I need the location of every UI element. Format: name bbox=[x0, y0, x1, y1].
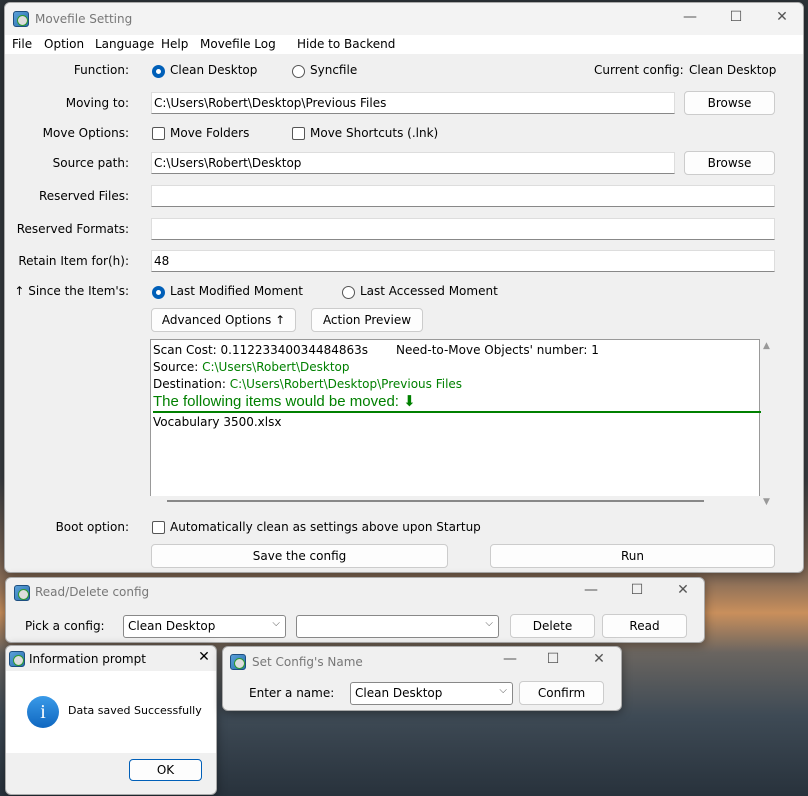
move-shortcuts-checkbox[interactable] bbox=[292, 127, 305, 140]
close-button[interactable]: ✕ bbox=[584, 651, 614, 667]
app-icon bbox=[14, 585, 30, 601]
menu-language[interactable]: Language bbox=[95, 37, 154, 51]
app-icon bbox=[13, 11, 29, 27]
info-icon: i bbox=[27, 696, 59, 728]
save-config-button[interactable]: Save the config bbox=[151, 544, 448, 568]
source-line: Source: C:\Users\Robert\Desktop bbox=[153, 359, 757, 376]
preview-textbox[interactable]: Scan Cost: 0.11223340034484863s Need-to-M… bbox=[150, 339, 761, 496]
set-config-name-window: Set Config's Name — ☐ ✕ Enter a name: Cl… bbox=[222, 646, 622, 711]
chevron-down-icon: ⌵ bbox=[499, 685, 507, 696]
radio-syncfile-label[interactable]: Syncfile bbox=[310, 63, 357, 77]
menu-bar: File Option Language Help Movefile Log H… bbox=[5, 35, 803, 54]
menu-movefile-log[interactable]: Movefile Log bbox=[200, 37, 276, 51]
scroll-up-icon[interactable]: ▲ bbox=[763, 341, 770, 351]
startup-checkbox[interactable] bbox=[152, 521, 165, 534]
window-title: Movefile Setting bbox=[35, 12, 133, 26]
pick-config-label: Pick a config: bbox=[25, 619, 105, 633]
read-delete-config-window: Read/Delete config — ☐ ✕ Pick a config: … bbox=[5, 577, 705, 643]
radio-last-modified-label[interactable]: Last Modified Moment bbox=[170, 284, 303, 298]
app-icon bbox=[9, 651, 25, 667]
browse-source-button[interactable]: Browse bbox=[684, 151, 775, 175]
info-message: Data saved Successfully bbox=[68, 704, 202, 717]
horizontal-scrollbar[interactable] bbox=[167, 500, 704, 502]
close-button[interactable]: ✕ bbox=[668, 582, 698, 598]
radio-last-accessed-label[interactable]: Last Accessed Moment bbox=[360, 284, 498, 298]
current-config-value: Clean Desktop bbox=[689, 63, 777, 77]
destination-line-value: C:\Users\Robert\Desktop\Previous Files bbox=[229, 377, 463, 391]
minimize-button[interactable]: — bbox=[576, 582, 606, 598]
move-options-label: Move Options: bbox=[42, 126, 129, 140]
read-button[interactable]: Read bbox=[602, 614, 687, 638]
scroll-down-icon[interactable]: ▼ bbox=[763, 497, 770, 507]
advanced-options-button[interactable]: Advanced Options ↑ bbox=[151, 308, 296, 332]
current-config-label: Current config: bbox=[594, 63, 684, 77]
delete-button[interactable]: Delete bbox=[510, 614, 595, 638]
title-bar: Movefile Setting — ☐ ✕ bbox=[5, 3, 803, 35]
move-folders-label[interactable]: Move Folders bbox=[170, 126, 249, 140]
vertical-scrollbar[interactable]: ▲ ▼ bbox=[760, 339, 775, 509]
source-line-value: C:\Users\Robert\Desktop bbox=[202, 360, 350, 374]
dialog-title: Information prompt bbox=[29, 652, 146, 666]
destination-line-label: Destination: bbox=[153, 377, 230, 391]
function-label: Function: bbox=[73, 63, 129, 77]
radio-clean-desktop-label[interactable]: Clean Desktop bbox=[170, 63, 257, 77]
move-shortcuts-label[interactable]: Move Shortcuts (.lnk) bbox=[310, 126, 438, 140]
moving-to-label: Moving to: bbox=[65, 96, 129, 110]
scan-info-line: Scan Cost: 0.11223340034484863s Need-to-M… bbox=[153, 342, 757, 359]
preview-heading: The following items would be moved: ⬇ bbox=[153, 393, 761, 413]
menu-file[interactable]: File bbox=[12, 37, 32, 51]
close-button[interactable]: ✕ bbox=[189, 649, 216, 665]
maximize-button[interactable]: ☐ bbox=[721, 9, 751, 25]
close-button[interactable]: ✕ bbox=[767, 9, 797, 25]
browse-destination-button[interactable]: Browse bbox=[684, 91, 775, 115]
menu-hide-to-backend[interactable]: Hide to Backend bbox=[297, 37, 395, 51]
maximize-button[interactable]: ☐ bbox=[538, 651, 568, 667]
enter-name-label: Enter a name: bbox=[249, 686, 335, 700]
secondary-select[interactable]: ⌵ bbox=[296, 615, 499, 638]
menu-help[interactable]: Help bbox=[161, 37, 188, 51]
radio-syncfile[interactable] bbox=[292, 65, 305, 78]
retain-label: Retain Item for(h): bbox=[18, 254, 129, 268]
minimize-button[interactable]: — bbox=[675, 9, 705, 25]
window-title: Read/Delete config bbox=[35, 585, 150, 599]
reserved-files-input[interactable] bbox=[151, 185, 775, 207]
config-name-value: Clean Desktop bbox=[355, 686, 443, 700]
reserved-formats-label: Reserved Formats: bbox=[16, 222, 129, 236]
reserved-formats-input[interactable] bbox=[151, 218, 775, 240]
run-button[interactable]: Run bbox=[490, 544, 775, 568]
moving-to-input[interactable]: C:\Users\Robert\Desktop\Previous Files bbox=[151, 92, 675, 114]
source-path-input[interactable]: C:\Users\Robert\Desktop bbox=[151, 152, 675, 174]
preview-item: Vocabulary 3500.xlsx bbox=[153, 415, 282, 429]
information-prompt-dialog: Information prompt ✕ i Data saved Succes… bbox=[5, 645, 217, 795]
app-icon bbox=[230, 654, 246, 670]
ok-button[interactable]: OK bbox=[129, 759, 202, 781]
boot-option-label: Boot option: bbox=[55, 520, 129, 534]
config-select-value: Clean Desktop bbox=[128, 619, 216, 633]
source-path-label: Source path: bbox=[52, 156, 129, 170]
maximize-button[interactable]: ☐ bbox=[622, 582, 652, 598]
radio-last-modified[interactable] bbox=[152, 286, 165, 299]
move-folders-checkbox[interactable] bbox=[152, 127, 165, 140]
scan-cost: Scan Cost: 0.11223340034484863s bbox=[153, 343, 369, 357]
need-to-move-count: Need-to-Move Objects' number: 1 bbox=[396, 343, 599, 357]
window-title: Set Config's Name bbox=[252, 655, 363, 669]
since-label: ↑ Since the Item's: bbox=[14, 284, 129, 298]
radio-last-accessed[interactable] bbox=[342, 286, 355, 299]
reserved-files-label: Reserved Files: bbox=[38, 189, 129, 203]
chevron-down-icon: ⌵ bbox=[485, 618, 493, 629]
action-preview-button[interactable]: Action Preview bbox=[311, 308, 423, 332]
destination-line: Destination: C:\Users\Robert\Desktop\Pre… bbox=[153, 376, 757, 393]
chevron-down-icon: ⌵ bbox=[272, 618, 280, 629]
radio-clean-desktop[interactable] bbox=[152, 65, 165, 78]
config-name-input[interactable]: Clean Desktop ⌵ bbox=[350, 682, 513, 705]
source-line-label: Source: bbox=[153, 360, 203, 374]
startup-checkbox-label[interactable]: Automatically clean as settings above up… bbox=[170, 520, 481, 534]
confirm-button[interactable]: Confirm bbox=[519, 681, 604, 705]
minimize-button[interactable]: — bbox=[495, 651, 525, 667]
config-select[interactable]: Clean Desktop ⌵ bbox=[123, 615, 286, 638]
retain-hours-input[interactable]: 48 bbox=[151, 250, 775, 272]
menu-option[interactable]: Option bbox=[44, 37, 84, 51]
movefile-setting-window: Movefile Setting — ☐ ✕ File Option Langu… bbox=[4, 2, 804, 573]
